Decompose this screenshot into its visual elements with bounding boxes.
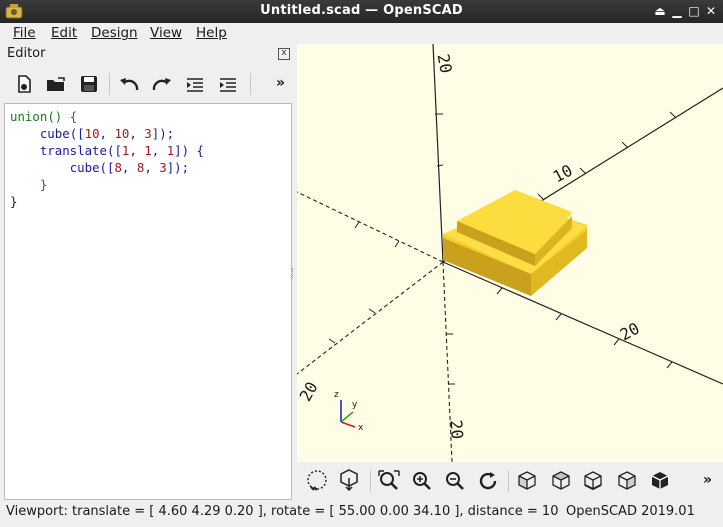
axis-label-z-20: 20 <box>433 52 456 75</box>
menu-design[interactable]: Design <box>91 25 138 41</box>
code-token: ([ <box>106 143 122 158</box>
code-token: ]); <box>151 126 175 141</box>
code-line[interactable]: } <box>10 176 47 193</box>
close-window-icon[interactable]: ✕ <box>703 4 719 19</box>
minimize-window-icon[interactable]: ▁ <box>669 4 685 19</box>
redo-icon[interactable] <box>150 73 174 97</box>
code-editor[interactable]: union() { cube([10, 10, 3]); translate([… <box>4 103 292 500</box>
code-token: , <box>129 143 145 158</box>
code-token: ]) { <box>174 143 204 158</box>
window-titlebar: Untitled.scad — OpenSCAD ⏏ ▁ □ ✕ <box>0 0 723 23</box>
menubar: File Edit Design View Help <box>0 23 723 44</box>
gizmo-z-label: z <box>334 390 339 400</box>
code-token: () { <box>47 109 78 124</box>
view-front-icon[interactable] <box>648 469 672 493</box>
render-icon[interactable] <box>337 468 361 492</box>
code-token: 1 <box>144 143 152 158</box>
code-token: , <box>121 160 137 175</box>
code-token: 10 <box>84 126 100 141</box>
code-token: 10 <box>114 126 130 141</box>
viewport-status-text: Viewport: translate = [ 4.60 4.29 0.20 ]… <box>6 504 559 519</box>
code-token: cube <box>69 160 100 175</box>
indent-icon[interactable] <box>216 73 240 97</box>
view-toolbar: » <box>297 462 723 499</box>
editor-close-icon[interactable]: x <box>278 48 290 60</box>
view-toolbar-more-icon[interactable]: » <box>703 472 712 488</box>
code-line[interactable]: } <box>10 193 17 210</box>
code-token: ([ <box>69 126 85 141</box>
code-token: , <box>99 126 115 141</box>
code-line[interactable]: union() { <box>10 108 77 125</box>
new-file-icon[interactable] <box>12 72 36 96</box>
menu-edit[interactable]: Edit <box>51 25 77 41</box>
code-line[interactable]: translate([1, 1, 1]) { <box>10 142 204 159</box>
code-token: , <box>151 143 167 158</box>
zoom-out-icon[interactable] <box>443 469 467 493</box>
maximize-window-icon[interactable]: □ <box>686 4 702 19</box>
status-bar: Viewport: translate = [ 4.60 4.29 0.20 ]… <box>0 500 723 527</box>
view-all-icon[interactable] <box>377 469 401 493</box>
view-left-icon[interactable] <box>615 469 639 493</box>
axis-label-z-neg-20: 20 <box>446 419 467 440</box>
view-right-icon[interactable] <box>515 469 539 493</box>
code-token: ]); <box>166 160 190 175</box>
gizmo-y-label: y <box>352 400 358 410</box>
code-token: ([ <box>99 160 115 175</box>
undo-icon[interactable] <box>117 73 141 97</box>
dock-splitter[interactable] <box>292 268 295 278</box>
gizmo-x-label: x <box>358 423 364 433</box>
menu-help[interactable]: Help <box>196 25 227 41</box>
code-token: 3 <box>144 126 152 141</box>
zoom-in-icon[interactable] <box>410 469 434 493</box>
open-file-icon[interactable] <box>44 72 68 96</box>
code-token: translate <box>39 143 107 158</box>
editor-dock-title: Editor <box>7 46 46 61</box>
code-token: cube <box>39 126 70 141</box>
code-token: 3 <box>159 160 167 175</box>
preview-icon[interactable] <box>305 469 329 493</box>
save-icon[interactable] <box>77 72 101 96</box>
3d-viewport[interactable]: 20 10 20 20 20 z y x <box>297 44 723 462</box>
reset-view-icon[interactable] <box>476 469 500 493</box>
editor-toolbar-more-icon[interactable]: » <box>276 75 285 91</box>
version-status-text: OpenSCAD 2019.01 <box>566 504 695 519</box>
code-token: , <box>144 160 160 175</box>
shade-window-icon[interactable]: ⏏ <box>652 4 668 19</box>
code-token: union <box>10 109 48 124</box>
unindent-icon[interactable] <box>183 73 207 97</box>
code-line[interactable]: cube([8, 8, 3]); <box>10 159 189 176</box>
code-token: } <box>10 194 18 209</box>
menu-file[interactable]: File <box>13 25 36 41</box>
view-bottom-icon[interactable] <box>581 469 605 493</box>
code-token: , <box>129 126 145 141</box>
code-token: 8 <box>114 160 122 175</box>
window-title: Untitled.scad — OpenSCAD <box>260 3 463 18</box>
code-token: } <box>10 177 48 192</box>
editor-toolbar: » <box>0 64 296 102</box>
code-line[interactable]: cube([10, 10, 3]); <box>10 125 174 142</box>
view-top-icon[interactable] <box>549 469 573 493</box>
menu-view[interactable]: View <box>150 25 182 41</box>
